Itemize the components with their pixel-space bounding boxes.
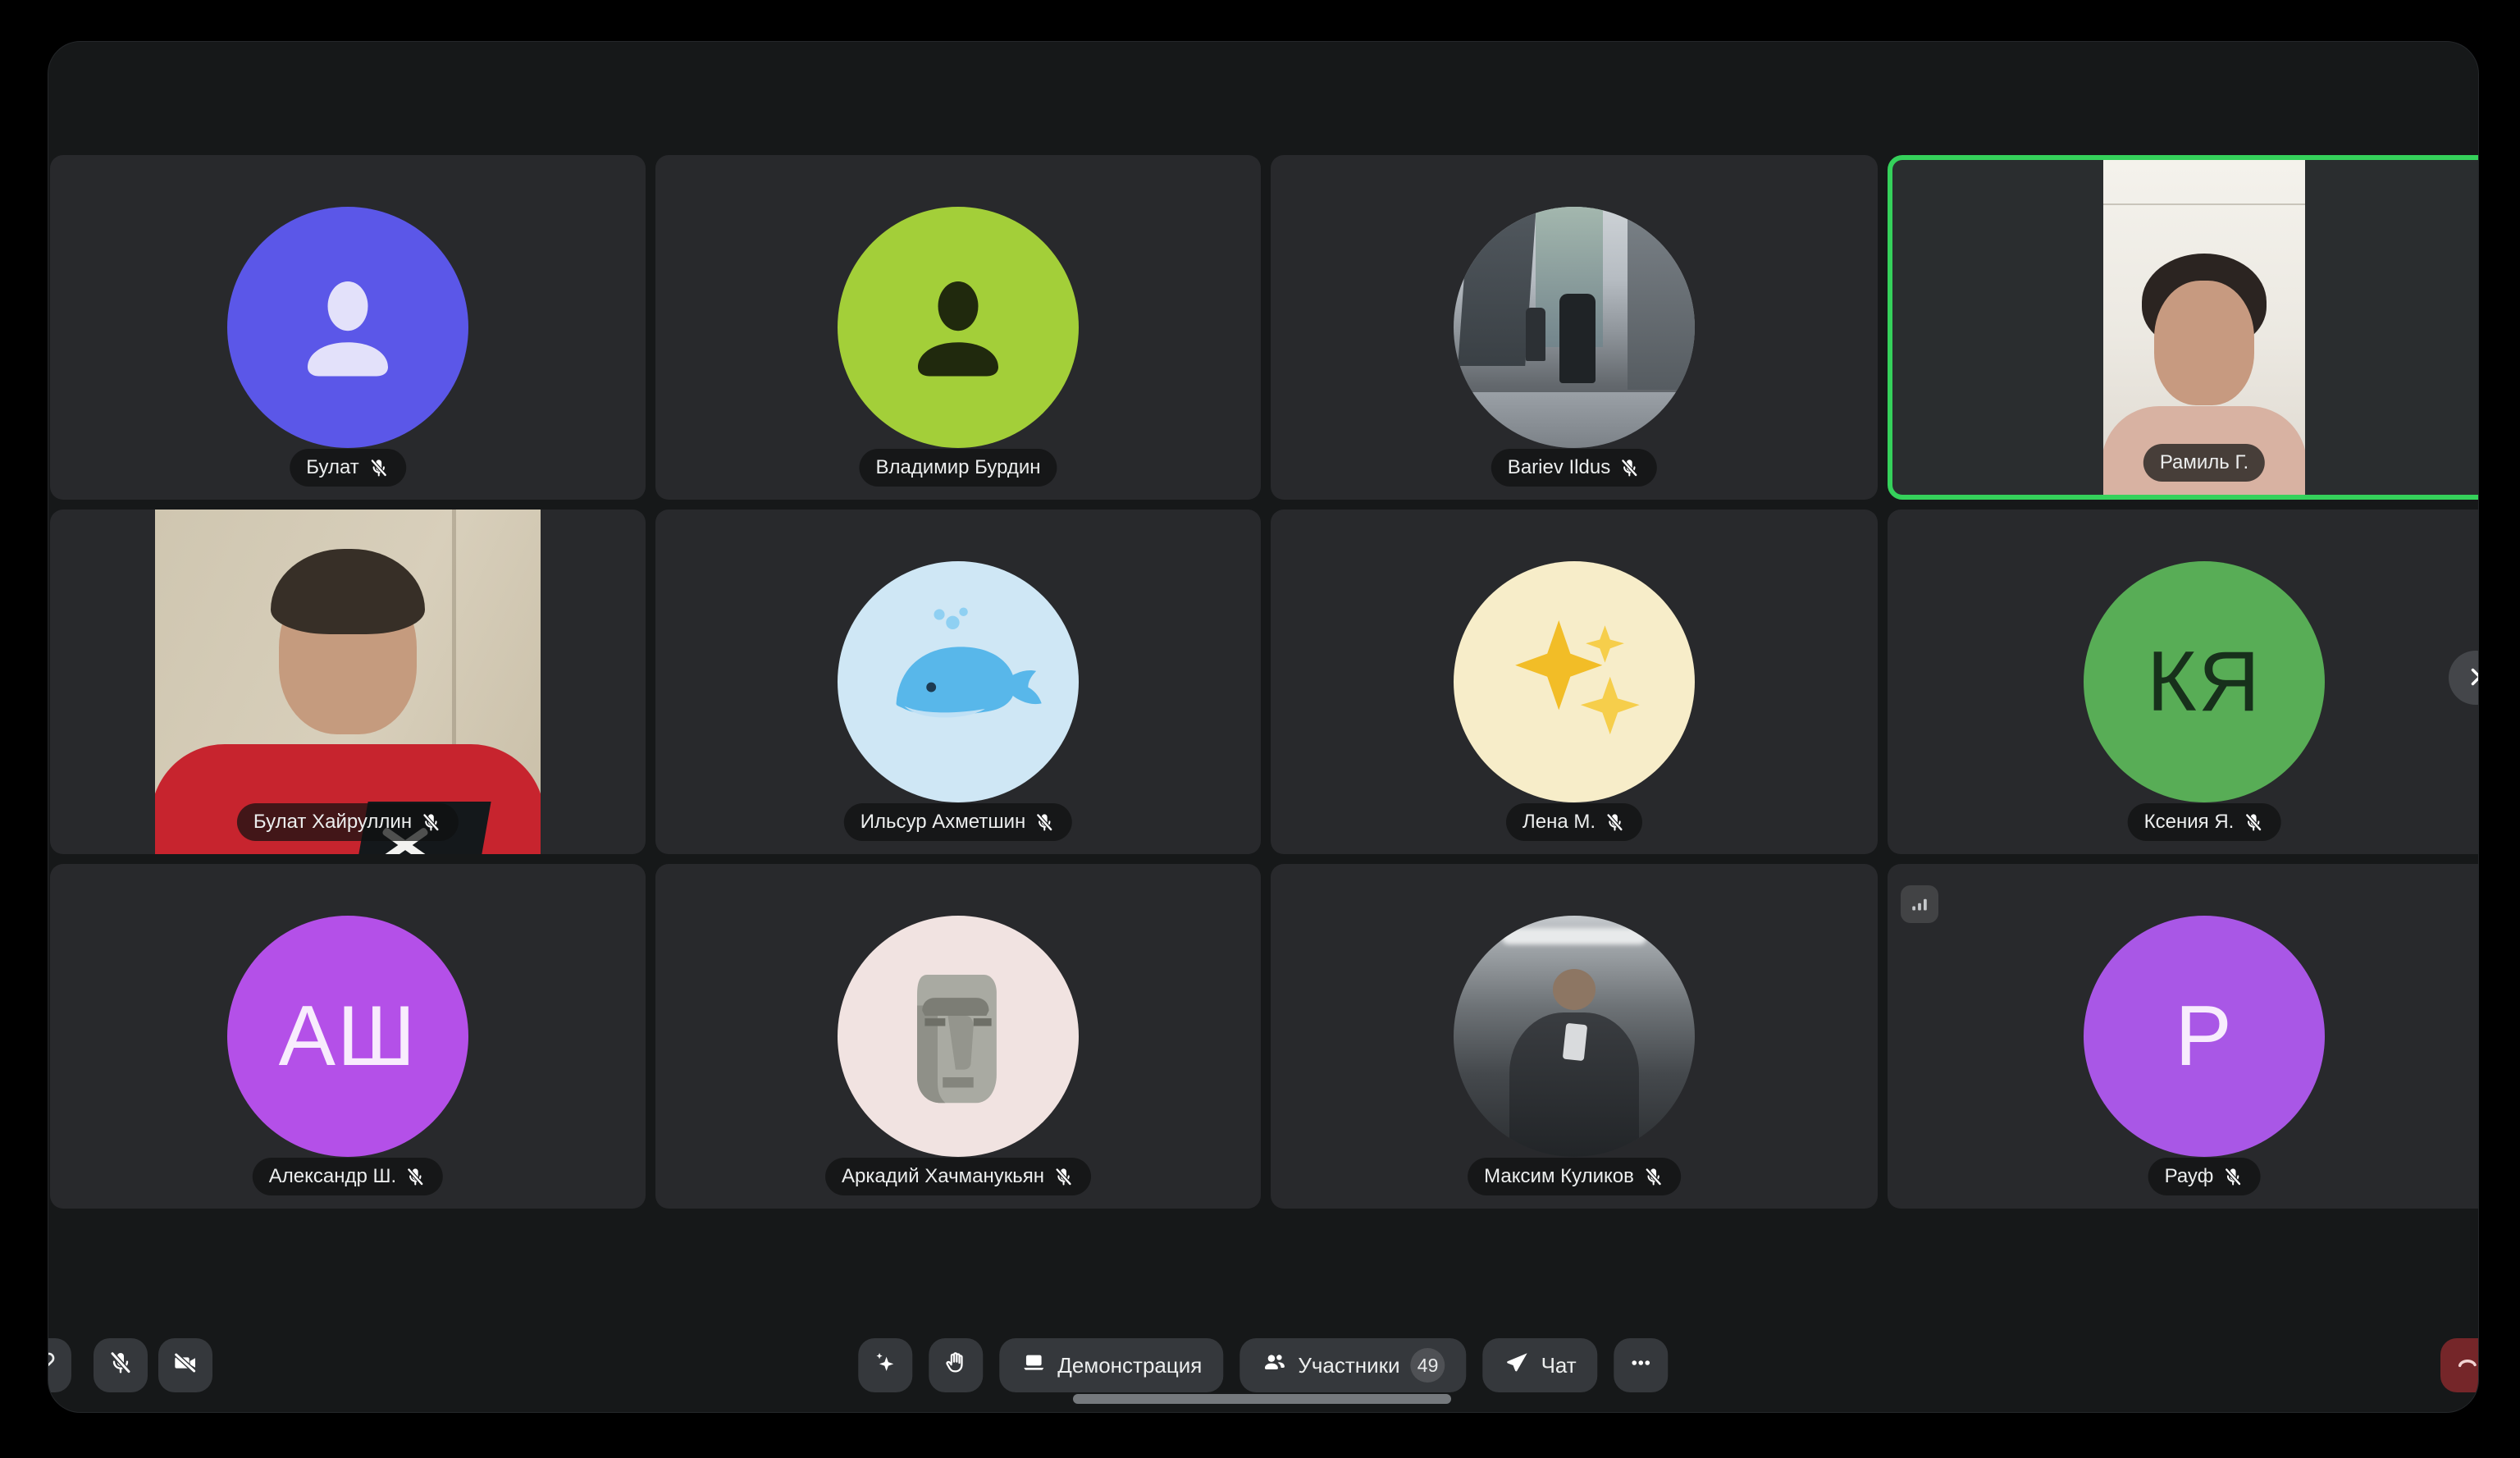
participant-name: Максим Куликов	[1484, 1165, 1634, 1188]
people-icon	[1261, 1350, 1287, 1382]
microphone-off-icon	[107, 1350, 134, 1382]
participant-tile[interactable]: Булат	[50, 155, 646, 500]
desktop-background: Булат Владимир Бурдин Bariev Ildus Рамиль Г…	[0, 0, 2520, 1458]
participants-grid: Булат Владимир Бурдин Bariev Ildus Рамиль Г…	[48, 42, 2478, 1412]
participants-button[interactable]: Участники 49	[1239, 1338, 1466, 1392]
more-options-button[interactable]	[1614, 1338, 1669, 1392]
photo-avatar	[1454, 916, 1695, 1157]
participant-name: Ксения Я.	[2144, 811, 2235, 834]
participant-tile[interactable]: Максим Куликов	[1271, 864, 1878, 1209]
hand-icon	[943, 1350, 969, 1382]
participant-tile[interactable]: АШ Александр Ш.	[50, 864, 646, 1209]
photo-avatar	[1454, 207, 1695, 448]
copy-link-button[interactable]	[48, 1338, 71, 1392]
sparkles-icon	[872, 1350, 898, 1382]
avatar	[838, 916, 1079, 1157]
microphone-muted-icon	[1052, 1166, 1075, 1188]
share-screen-button[interactable]: Демонстрация	[999, 1338, 1223, 1392]
avatar: АШ	[227, 916, 468, 1157]
avatar: КЯ	[2084, 561, 2325, 802]
microphone-muted-icon	[1618, 457, 1641, 479]
toolbar-center-group: Демонстрация Участники 49 Чат	[858, 1338, 1668, 1392]
participant-tile[interactable]: Лена М.	[1271, 510, 1878, 854]
moai-avatar-icon	[876, 954, 1040, 1118]
avatar	[838, 561, 1079, 802]
grid-scroll-indicator[interactable]	[1073, 1394, 1451, 1404]
microphone-muted-icon	[1642, 1166, 1664, 1188]
paper-plane-icon	[1504, 1350, 1531, 1382]
camera-toggle-button[interactable]	[158, 1338, 212, 1392]
name-pill: Аркадий Хачманукьян	[825, 1158, 1091, 1195]
sparkles-avatar-icon	[1492, 600, 1656, 764]
participant-name: Булат Хайруллин	[253, 811, 412, 834]
camera-off-icon	[172, 1350, 199, 1382]
participants-label: Участники	[1298, 1353, 1399, 1378]
connection-quality-badge	[1901, 885, 1938, 923]
participant-tile[interactable]: Булат Хайруллин	[50, 510, 646, 854]
participant-name: Аркадий Хачманукьян	[842, 1165, 1044, 1188]
toolbar: Демонстрация Участники 49 Чат	[48, 1338, 2478, 1392]
whale-avatar-icon	[872, 596, 1044, 768]
microphone-muted-icon	[404, 1166, 427, 1188]
name-pill: Максим Куликов	[1468, 1158, 1681, 1195]
microphone-muted-icon	[2221, 1166, 2244, 1188]
participant-name: Владимир Бурдин	[875, 456, 1040, 479]
avatar	[1454, 561, 1695, 802]
microphone-toggle-button[interactable]	[94, 1338, 148, 1392]
phone-handset-icon	[2454, 1350, 2479, 1382]
name-pill: Лена М.	[1506, 803, 1642, 841]
avatar	[838, 207, 1079, 448]
avatar-initials: Р	[2175, 994, 2233, 1079]
person-avatar-icon	[889, 258, 1027, 396]
chat-button[interactable]: Чат	[1483, 1338, 1598, 1392]
raise-hand-button[interactable]	[929, 1338, 983, 1392]
link-icon	[48, 1350, 57, 1382]
chat-label: Чат	[1541, 1353, 1577, 1378]
participants-count-badge: 49	[1411, 1348, 1445, 1383]
chevron-right-icon	[2462, 663, 2479, 693]
end-call-button[interactable]	[2440, 1338, 2479, 1392]
meeting-window: Булат Владимир Бурдин Bariev Ildus Рамиль Г…	[48, 41, 2479, 1413]
effects-button[interactable]	[858, 1338, 912, 1392]
participant-name: Ильсур Ахметшин	[861, 811, 1025, 834]
laptop-icon	[1020, 1350, 1047, 1382]
participant-name: Булат	[306, 456, 359, 479]
name-pill: Булат Хайруллин	[237, 803, 459, 841]
ellipsis-icon	[1628, 1350, 1655, 1382]
avatar: Р	[2084, 916, 2325, 1157]
participant-video	[155, 510, 541, 854]
name-pill: Александр Ш.	[253, 1158, 443, 1195]
person-avatar-icon	[279, 258, 417, 396]
name-pill: Рамиль Г.	[2143, 444, 2265, 482]
share-screen-label: Демонстрация	[1057, 1353, 1202, 1378]
avatar-initials: АШ	[279, 994, 418, 1079]
avatar-initials: КЯ	[2147, 639, 2262, 724]
microphone-muted-icon	[1034, 811, 1056, 834]
participant-name: Александр Ш.	[269, 1165, 396, 1188]
participant-tile[interactable]: КЯ Ксения Я.	[1888, 510, 2479, 854]
participant-tile[interactable]: Владимир Бурдин	[655, 155, 1261, 500]
name-pill: Владимир Бурдин	[859, 449, 1057, 487]
participant-name: Рамиль Г.	[2160, 451, 2248, 474]
participant-tile[interactable]: Р Рауф	[1888, 864, 2479, 1209]
participant-tile[interactable]: Рамиль Г.	[1888, 155, 2479, 500]
participant-name: Рауф	[2165, 1165, 2214, 1188]
name-pill: Ксения Я.	[2128, 803, 2281, 841]
microphone-muted-icon	[420, 811, 442, 834]
participant-name: Bariev Ildus	[1508, 456, 1610, 479]
participant-tile[interactable]: Аркадий Хачманукьян	[655, 864, 1261, 1209]
participant-name: Лена М.	[1522, 811, 1596, 834]
avatar	[227, 207, 468, 448]
name-pill: Булат	[290, 449, 406, 487]
signal-bars-icon	[1907, 892, 1932, 916]
microphone-muted-icon	[1604, 811, 1626, 834]
name-pill: Ильсур Ахметшин	[844, 803, 1072, 841]
microphone-muted-icon	[368, 457, 390, 479]
name-pill: Bariev Ildus	[1491, 449, 1657, 487]
name-pill: Рауф	[2148, 1158, 2261, 1195]
microphone-muted-icon	[2242, 811, 2264, 834]
participant-tile[interactable]: Ильсур Ахметшин	[655, 510, 1261, 854]
participant-tile[interactable]: Bariev Ildus	[1271, 155, 1878, 500]
